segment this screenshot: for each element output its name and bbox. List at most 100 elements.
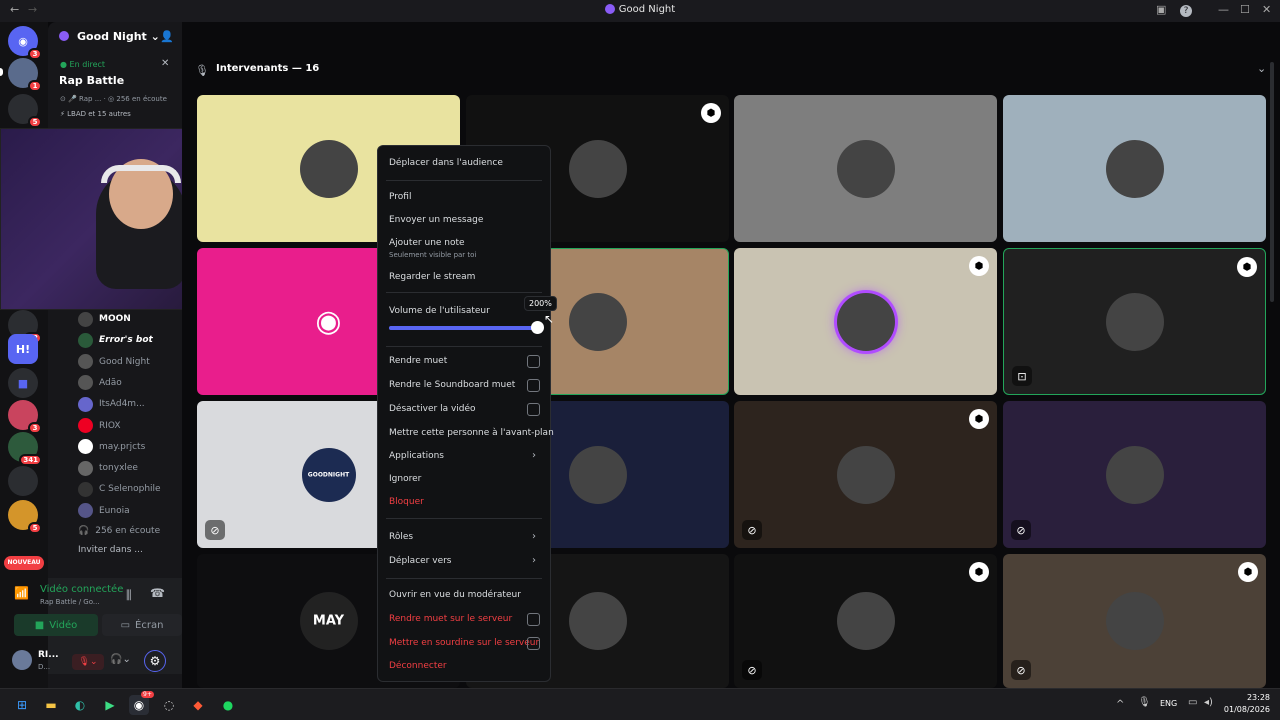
screen-share-button[interactable]: ▭ Écran	[102, 614, 182, 636]
server-name-header[interactable]: Good Night ⌄	[77, 30, 160, 43]
moderator-shield-icon: ⬢	[969, 562, 989, 582]
member-name: Adão	[99, 377, 122, 388]
volume-tooltip: 200%	[524, 296, 557, 311]
windows-start-icon[interactable]: ⊞	[12, 695, 32, 715]
member-avatar	[78, 375, 93, 391]
menu-server-deafen[interactable]: Mettre en sourdine sur le serveur	[389, 638, 539, 648]
mute-checkbox[interactable]	[527, 355, 540, 368]
server-avatar-6[interactable]	[8, 466, 38, 496]
menu-mute-soundboard[interactable]: Rendre le Soundboard muet	[389, 380, 515, 390]
disconnect-call-icon[interactable]: ☎	[150, 586, 165, 600]
volume-icon[interactable]: ◂)	[1204, 697, 1213, 708]
speaker-tile[interactable]	[734, 95, 997, 242]
discord-home-button[interactable]: ◉ 3	[8, 26, 42, 60]
home-badge: 3	[28, 48, 42, 60]
soundwave-icon[interactable]: ⫼	[126, 588, 132, 603]
voice-status[interactable]: Vidéo connectée	[40, 584, 123, 595]
moderator-shield-icon: ⬢	[701, 103, 721, 123]
menu-mute[interactable]: Rendre muet	[389, 356, 447, 366]
speaker-tile[interactable]: ⬢	[734, 248, 997, 395]
scrollbar[interactable]	[1270, 62, 1274, 302]
server-avatar-5[interactable]: 341	[8, 432, 42, 466]
stream-icon[interactable]: ⊡	[1012, 366, 1032, 386]
video-checkbox[interactable]	[527, 403, 540, 416]
menu-add-note[interactable]: Ajouter une note	[389, 238, 465, 248]
speaker-tile[interactable]: ⬢ ⊡	[1003, 248, 1266, 395]
member-name: Eunoia	[99, 505, 130, 516]
soundboard-checkbox[interactable]	[527, 379, 540, 392]
app-icon[interactable]: ◌	[159, 695, 179, 715]
network-icon[interactable]: ▭	[1188, 697, 1197, 708]
new-badge[interactable]: NOUVEAU	[4, 556, 44, 570]
brave-browser-icon[interactable]: ◆	[188, 695, 208, 715]
headphones-icon[interactable]: 🎧⌄	[110, 654, 131, 665]
menu-block[interactable]: Bloquer	[389, 497, 424, 507]
speaker-avatar	[1105, 445, 1164, 504]
menu-disconnect[interactable]: Déconnecter	[389, 661, 447, 671]
speaker-avatar: GOODNIGHT	[301, 447, 356, 502]
menu-spotlight[interactable]: Mettre cette personne à l'avant-plan	[389, 428, 554, 438]
volume-slider[interactable]	[389, 326, 537, 330]
menu-roles[interactable]: Rôles	[389, 532, 413, 542]
server-badge-6: 5	[28, 522, 42, 534]
member-avatar	[78, 418, 93, 433]
play-app-icon[interactable]: ▶	[100, 695, 120, 715]
menu-divider	[386, 578, 542, 579]
speaker-tile[interactable]: ⬢ ⊘	[1003, 554, 1266, 688]
user-name[interactable]: RI...	[38, 650, 59, 660]
moderator-shield-icon: ⬢	[969, 409, 989, 429]
maximize-icon[interactable]: ☐	[1240, 3, 1250, 16]
menu-move-audience[interactable]: Déplacer dans l'audience	[389, 158, 503, 168]
server-h-logo[interactable]: H!	[8, 334, 38, 364]
volume-knob[interactable]	[531, 321, 544, 334]
member-avatar	[78, 481, 93, 497]
member-name: Error's bot	[99, 335, 153, 346]
server-avatar-4[interactable]: 3	[8, 400, 42, 434]
muted-mic-icon: ⊘	[1011, 660, 1031, 680]
speaker-tile[interactable]	[1003, 95, 1266, 242]
file-explorer-icon[interactable]: ▬	[41, 695, 61, 715]
stage-title[interactable]: Rap Battle	[59, 74, 124, 87]
inbox-icon[interactable]: ▣	[1156, 3, 1166, 16]
menu-profile[interactable]: Profil	[389, 192, 411, 202]
tray-mic-icon[interactable]: 🎙	[1138, 697, 1151, 708]
menu-watch-stream[interactable]: Regarder le stream	[389, 272, 475, 282]
close-live-icon[interactable]: ✕	[161, 58, 169, 69]
speaker-tile[interactable]: ⊘	[1003, 401, 1266, 548]
menu-server-mute[interactable]: Rendre muet sur le serveur	[389, 614, 512, 624]
menu-mod-view[interactable]: Ouvrir en vue du modérateur	[389, 590, 521, 600]
user-avatar[interactable]	[12, 650, 32, 670]
server-avatar-1[interactable]: 1	[8, 58, 42, 92]
language-indicator[interactable]: ENG	[1160, 699, 1177, 708]
menu-move-to[interactable]: Déplacer vers	[389, 556, 452, 566]
video-button[interactable]: ■ Vidéo	[14, 614, 98, 636]
unread-pill	[0, 68, 3, 76]
mic-muted-icon[interactable]: 🎙⌄	[72, 654, 104, 670]
menu-ignore[interactable]: Ignorer	[389, 474, 421, 484]
folder-icon[interactable]: ■	[8, 368, 38, 398]
add-member-icon[interactable]: 👤	[160, 30, 174, 43]
help-icon[interactable]: ?	[1180, 5, 1192, 17]
server-avatar-7[interactable]: 5	[8, 500, 42, 534]
edge-browser-icon[interactable]: ◐	[70, 695, 90, 715]
tray-chevron-icon[interactable]: ^	[1116, 699, 1124, 710]
close-window-icon[interactable]: ✕	[1262, 3, 1271, 16]
server-mute-checkbox[interactable]	[527, 613, 540, 626]
clock-time[interactable]: 23:28	[1226, 693, 1270, 702]
stage-users: ⚡ LBAD et 15 autres	[60, 110, 131, 118]
menu-applications[interactable]: Applications	[389, 451, 444, 461]
server-badge-2: 5	[28, 116, 42, 128]
collapse-chevron-icon[interactable]: ⌄	[1257, 62, 1266, 75]
menu-disable-video[interactable]: Désactiver la vidéo	[389, 404, 476, 414]
spotify-icon[interactable]: ●	[218, 695, 238, 715]
speaker-tile[interactable]: ⬢ ⊘	[734, 554, 997, 688]
minimize-icon[interactable]: —	[1218, 3, 1229, 16]
menu-send-message[interactable]: Envoyer un message	[389, 215, 483, 225]
server-avatar-2[interactable]: 5	[8, 94, 42, 128]
speaker-tile[interactable]: ⬢ ⊘	[734, 401, 997, 548]
discord-taskbar-icon[interactable]: ◉ 9+	[129, 691, 154, 715]
speaker-avatar	[836, 139, 895, 198]
clock-date[interactable]: 01/08/2026	[1214, 705, 1270, 714]
settings-gear-icon[interactable]: ⚙	[144, 650, 166, 672]
server-deafen-checkbox[interactable]	[527, 637, 540, 650]
